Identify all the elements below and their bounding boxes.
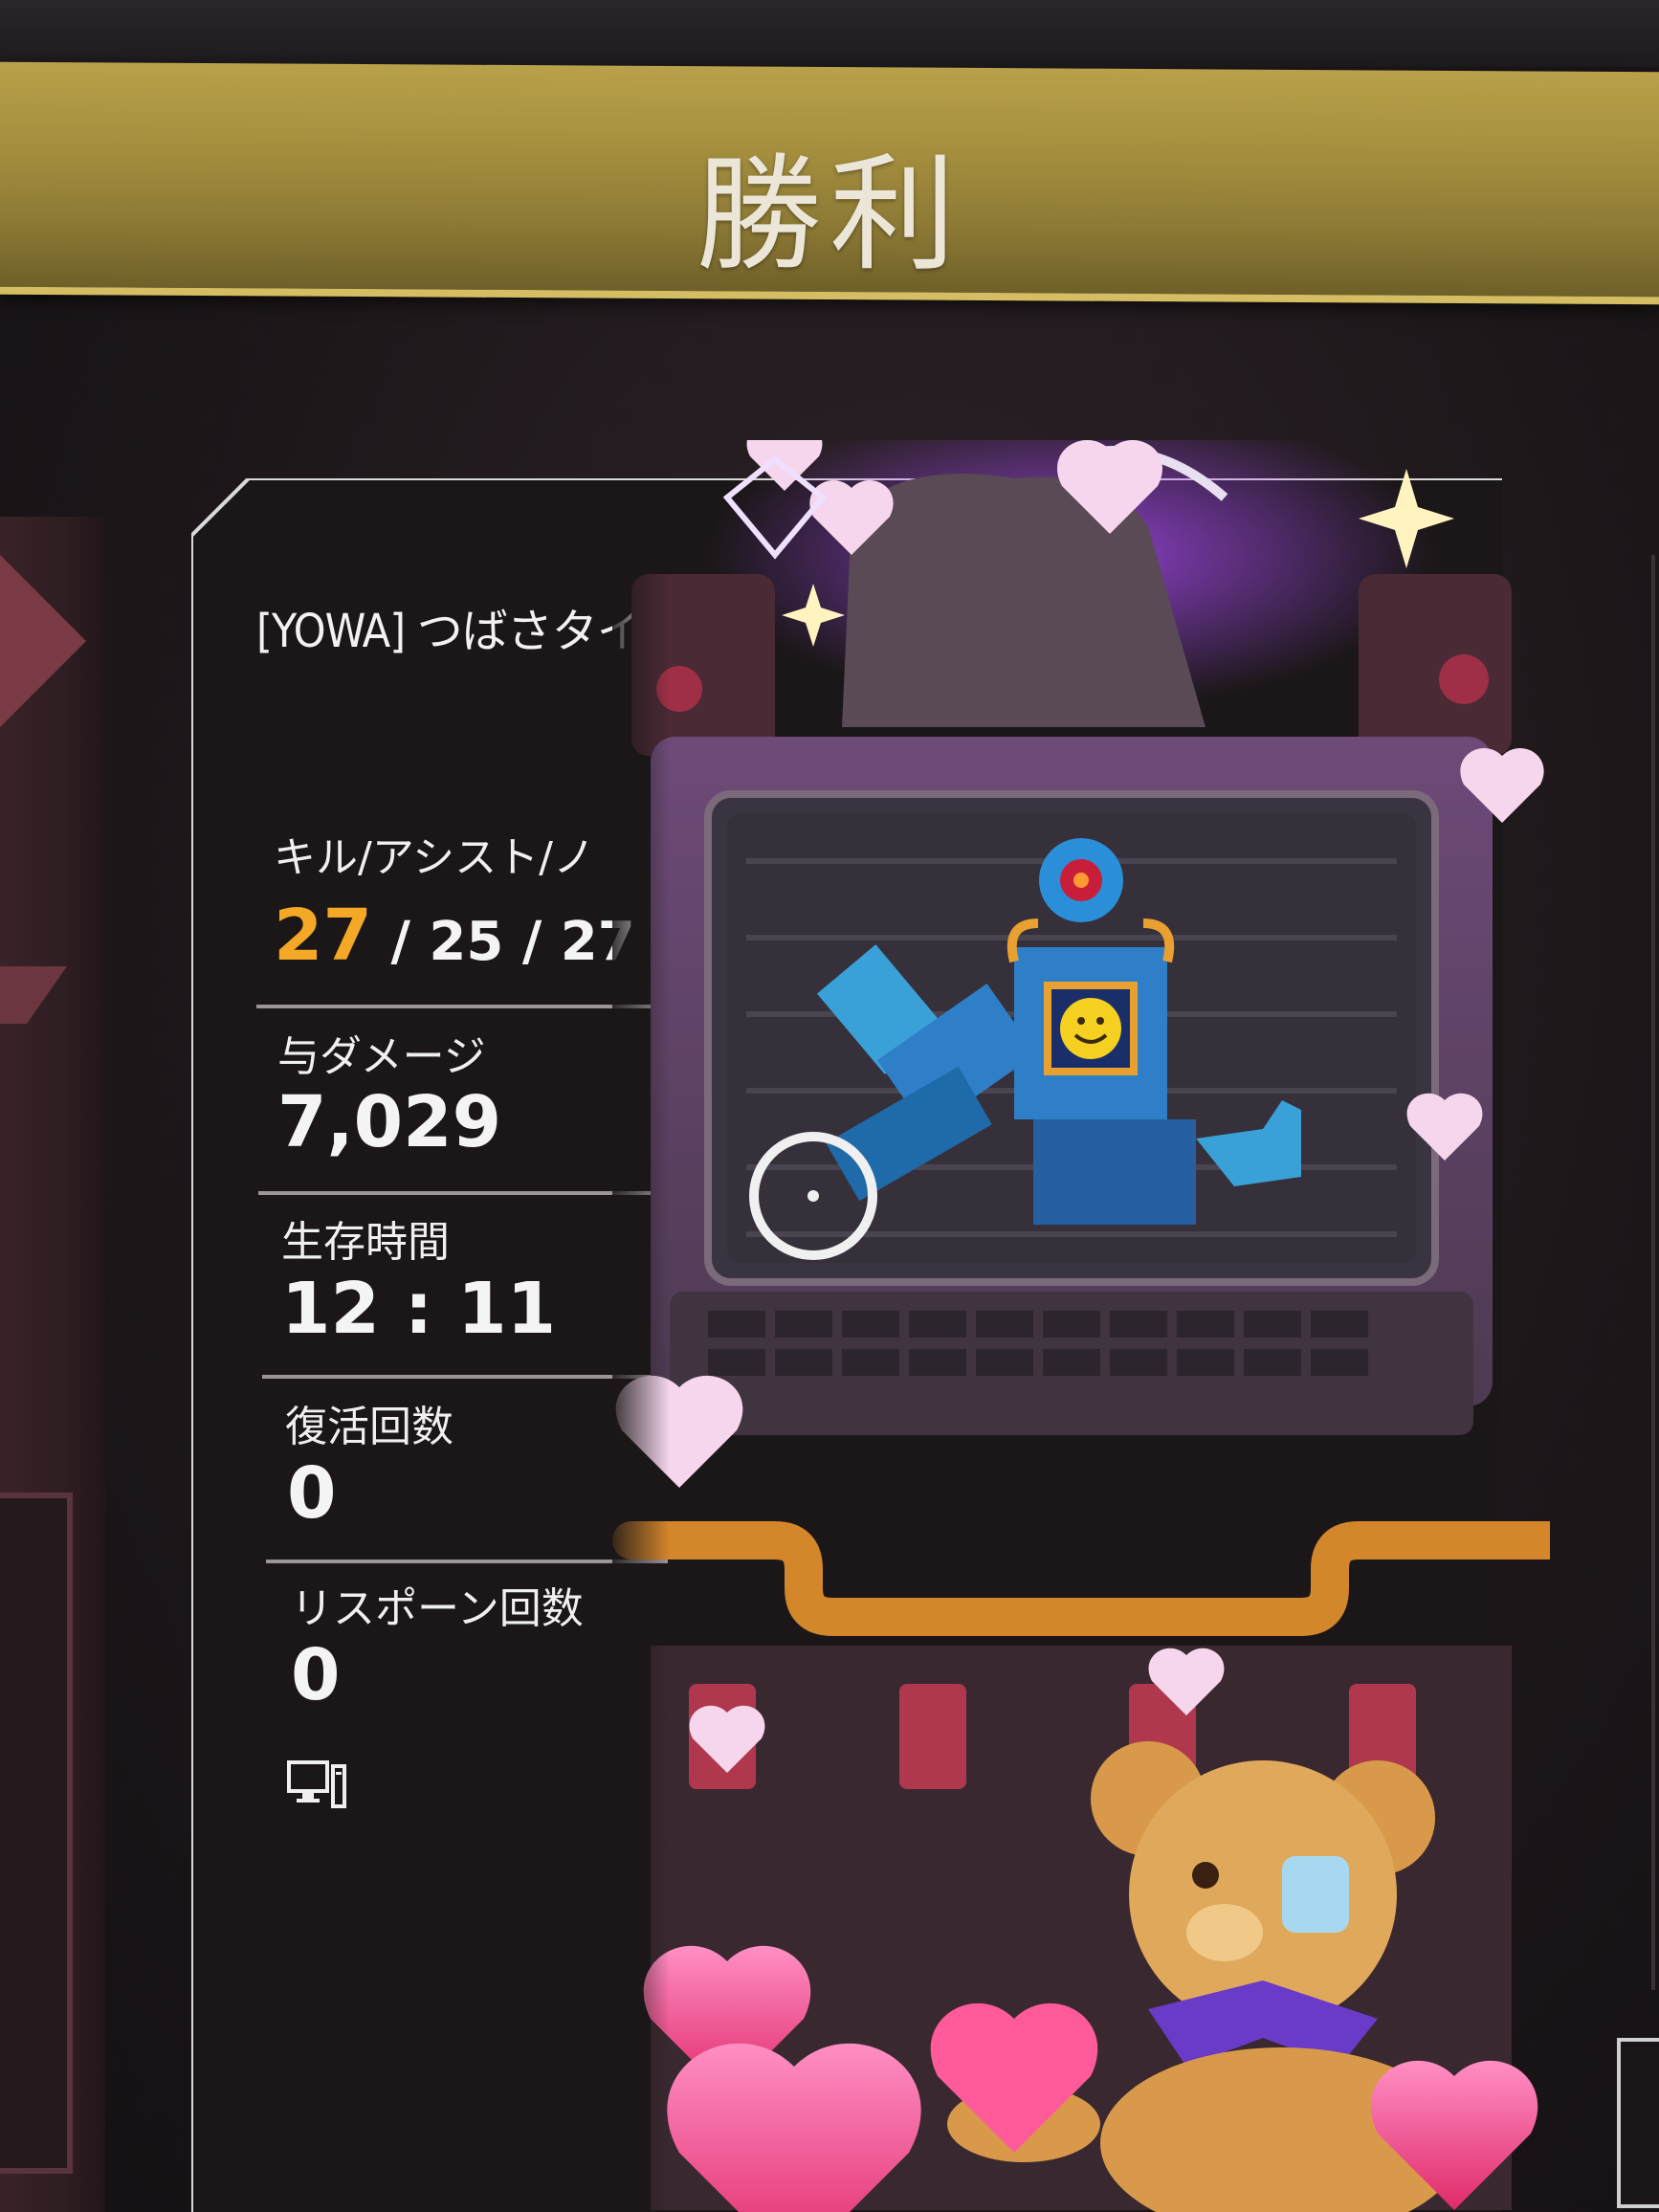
robot-right-shoulder [1359,574,1512,756]
right-neighbor-card-edge [1651,555,1655,1990]
robot-handle-bar [612,1521,1550,1636]
stat-divider [266,1559,668,1563]
kills-assists-label: キル/アシスト/ノ [274,833,595,882]
damage-label: 与ダメージ [277,1032,486,1081]
left-neighbor-frame [0,1493,73,2174]
pc-icon [287,1760,346,1808]
assists-knocks-count: / 25 / 27 [371,911,635,973]
revives-label: 復活回数 [285,1403,453,1451]
kills-assists-value: 27 / 25 / 27 [274,895,635,977]
window-top-strip [0,0,1659,67]
respawns-value: 0 [291,1634,341,1716]
paint-splash [1439,654,1489,704]
survival-time-label: 生存時間 [281,1218,450,1267]
artwork-fade-edge [612,498,670,2212]
stat-divider [256,1005,658,1008]
survival-time-value: 12 : 11 [281,1268,557,1350]
right-neighbor-button [1617,2038,1659,2208]
kills-count: 27 [274,895,372,977]
stat-divider [258,1191,660,1195]
respawns-label: リスポーン回数 [291,1584,584,1633]
revives-value: 0 [287,1452,337,1535]
stat-divider [262,1375,664,1379]
legend-banner-artwork [612,440,1550,2212]
victory-title: 勝利 [696,142,963,289]
left-neighbor-emblem [0,555,86,727]
damage-value: 7,029 [277,1081,502,1163]
